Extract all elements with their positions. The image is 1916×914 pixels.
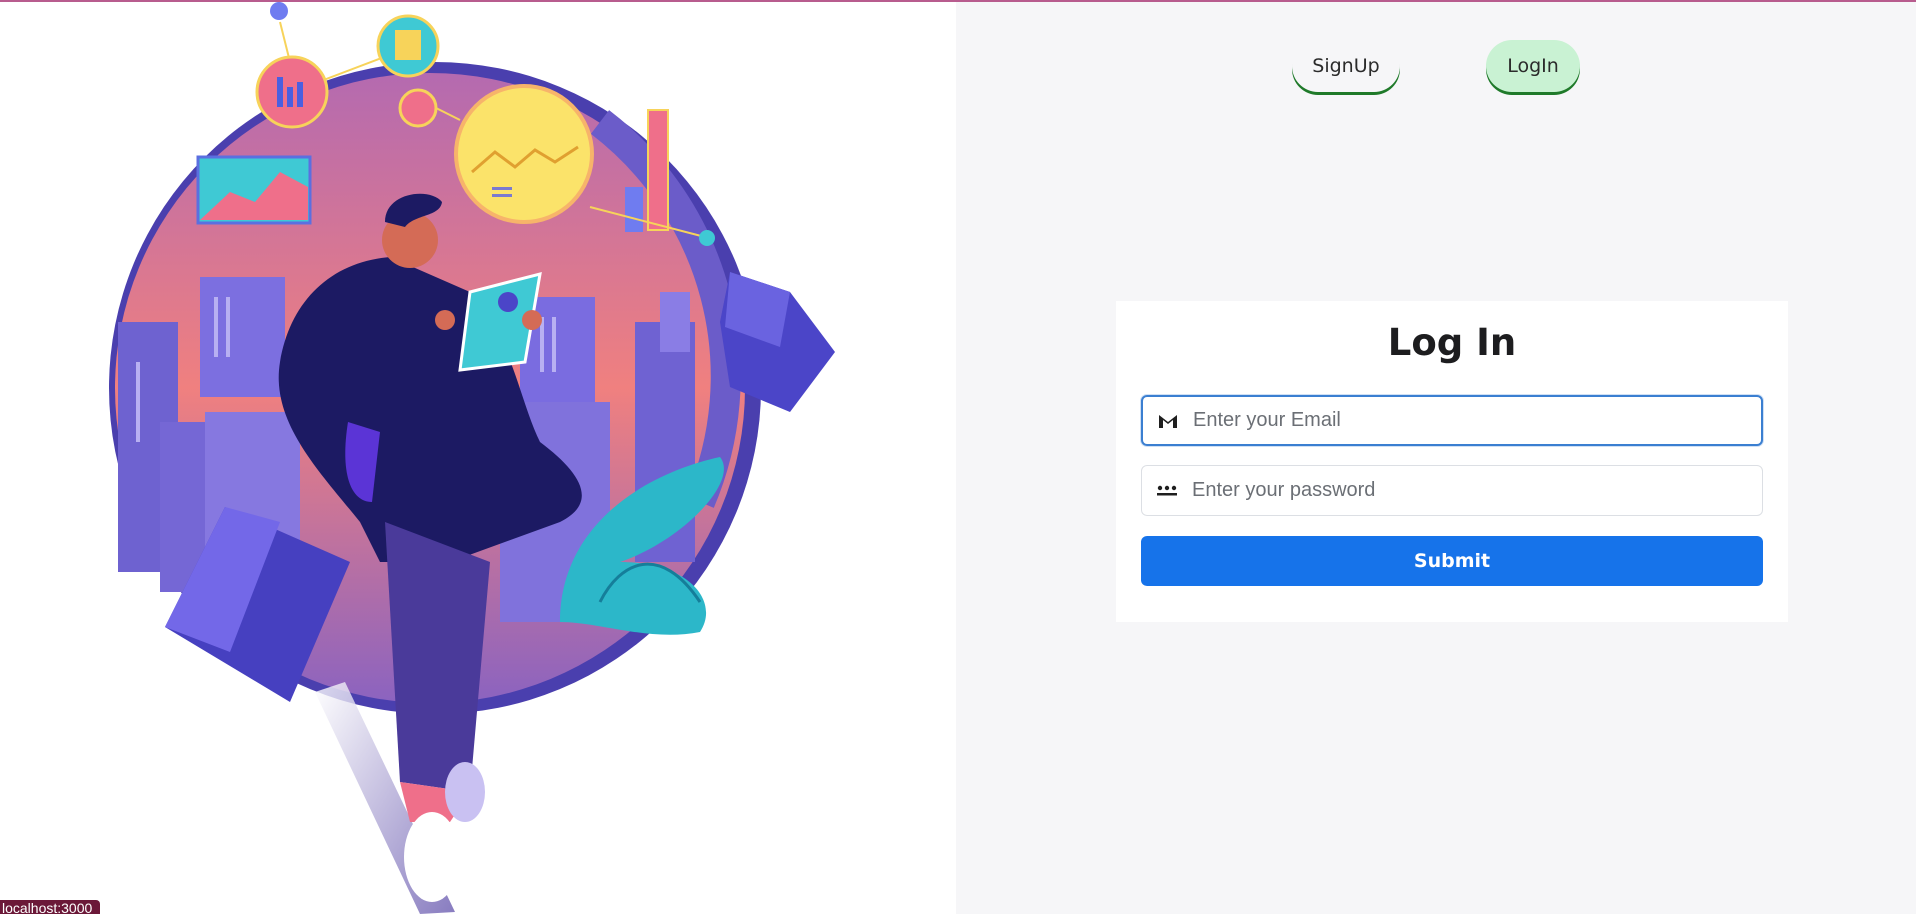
password-dots-icon (1142, 485, 1192, 497)
person-with-tablet-illustration (109, 2, 835, 914)
auth-panel: SignUp LogIn Log In Submit (956, 2, 1916, 914)
status-url-tooltip: localhost:3000 (0, 900, 101, 914)
password-field-wrapper (1141, 465, 1763, 516)
email-field-wrapper (1141, 395, 1763, 446)
hero-illustration-panel: localhost:3000 (0, 2, 956, 914)
gmail-icon (1143, 413, 1193, 429)
submit-button[interactable]: Submit (1141, 536, 1763, 586)
login-card: Log In Submit (1116, 301, 1788, 622)
password-input[interactable] (1192, 466, 1762, 515)
login-nav-button[interactable]: LogIn (1486, 40, 1580, 92)
signup-nav-button[interactable]: SignUp (1292, 40, 1400, 92)
login-title: Log In (1387, 321, 1517, 364)
email-input[interactable] (1193, 397, 1761, 444)
